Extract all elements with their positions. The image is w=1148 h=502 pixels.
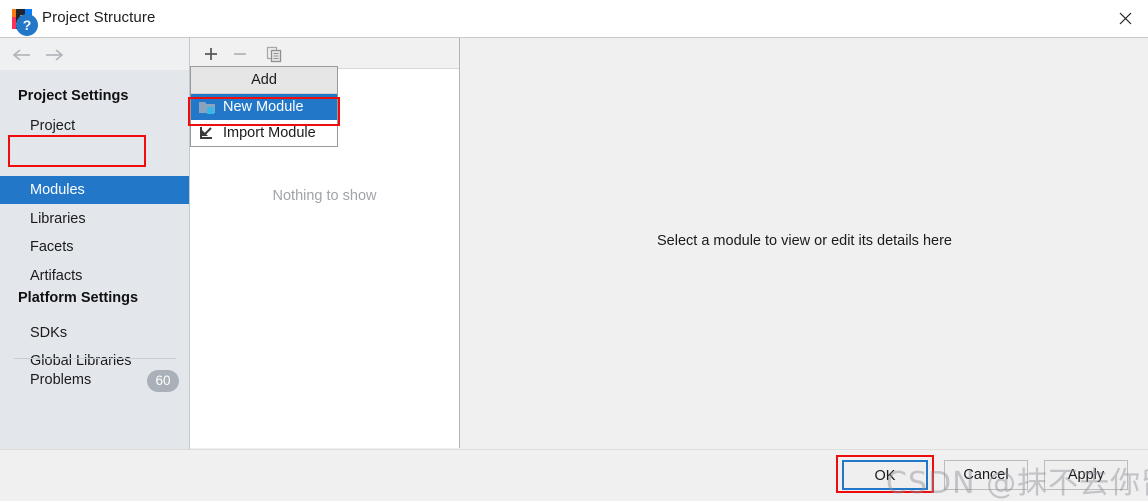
menu-item-import-module[interactable]: Import Module [191, 120, 337, 146]
back-arrow-icon[interactable] [10, 45, 34, 65]
add-icon[interactable] [199, 42, 223, 66]
sidebar-item-facets[interactable]: Facets [0, 234, 189, 260]
copy-icon[interactable] [262, 42, 286, 66]
module-details-panel: Select a module to view or edit its deta… [461, 38, 1148, 448]
page-title: Project Structure [42, 9, 156, 26]
import-arrow-icon [197, 124, 217, 142]
problems-label: Problems [30, 372, 92, 388]
problems-count-badge: 60 [147, 370, 179, 392]
menu-item-new-module-label: New Module [223, 99, 304, 115]
help-icon[interactable]: ? [16, 14, 38, 36]
settings-sidebar: Project Settings Project Modules Librari… [0, 38, 190, 449]
modules-toolbar [190, 38, 459, 69]
menu-item-import-module-label: Import Module [223, 125, 316, 141]
sidebar-group-platform-settings: Platform Settings [18, 290, 139, 306]
dialog-content: Project Settings Project Modules Librari… [0, 38, 1148, 449]
add-menu-header: Add [191, 67, 337, 94]
forward-arrow-icon[interactable] [42, 45, 66, 65]
ok-button[interactable]: OK [842, 460, 928, 490]
sidebar-divider [14, 358, 176, 359]
sidebar-item-artifacts[interactable]: Artifacts [0, 263, 189, 289]
sidebar-item-libraries[interactable]: Libraries [0, 206, 189, 232]
sidebar-group-project-settings: Project Settings [18, 88, 129, 104]
empty-list-message: Nothing to show [272, 188, 377, 204]
remove-icon[interactable] [228, 42, 252, 66]
apply-button[interactable]: Apply [1044, 460, 1128, 490]
title-bar: IJ Project Structure [0, 0, 1148, 38]
add-dropdown-menu: Add New Module Import Module [190, 66, 338, 147]
sidebar-nav-bar [0, 38, 189, 70]
close-icon[interactable] [1102, 0, 1148, 37]
sidebar-item-problems[interactable]: Problems 60 [0, 368, 189, 398]
sidebar-item-project[interactable]: Project [0, 113, 189, 139]
new-folder-icon [197, 98, 217, 116]
sidebar-item-sdks[interactable]: SDKs [0, 320, 189, 346]
sidebar-item-modules[interactable]: Modules [0, 176, 189, 204]
cancel-button[interactable]: Cancel [944, 460, 1028, 490]
menu-item-new-module[interactable]: New Module [191, 94, 337, 120]
module-details-hint: Select a module to view or edit its deta… [657, 233, 952, 249]
